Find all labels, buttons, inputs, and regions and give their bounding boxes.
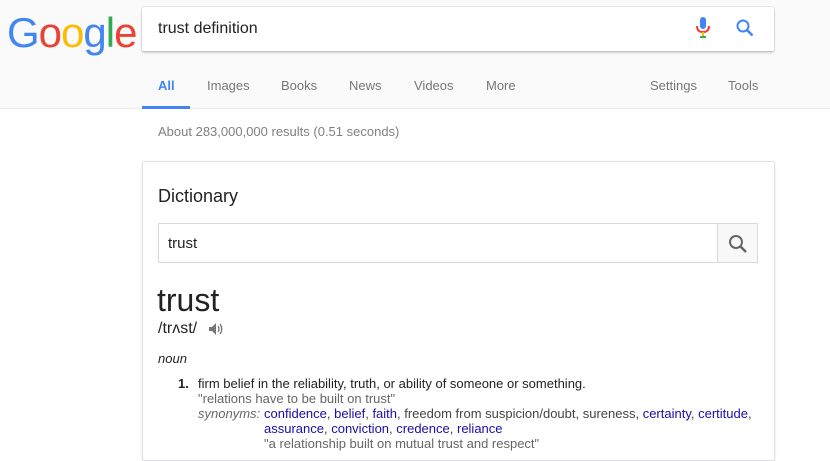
synonym-link[interactable]: credence	[396, 421, 449, 436]
synonyms-line-1: confidence, belief, faith, freedom from …	[264, 406, 752, 421]
search-input[interactable]: trust definition	[142, 7, 774, 51]
phonetic-spelling: /trʌst/	[158, 320, 198, 337]
synonym-link[interactable]: faith	[372, 406, 397, 421]
synonym-link[interactable]: belief	[334, 406, 365, 421]
speaker-icon[interactable]	[208, 322, 224, 341]
search-query-text: trust definition	[158, 20, 258, 37]
dictionary-search-button[interactable]	[717, 223, 758, 263]
dictionary-word: trust	[157, 282, 220, 318]
search-header: Google trust definition All Images Books…	[0, 0, 830, 109]
synonym-separator: ,	[449, 421, 457, 436]
synonym-link[interactable]: conviction	[331, 421, 389, 436]
definition-number: 1.	[178, 376, 189, 391]
synonym-link[interactable]: confidence	[264, 406, 327, 421]
google-logo[interactable]: Google	[7, 9, 137, 56]
tab-news[interactable]: News	[349, 78, 382, 93]
tab-all[interactable]: All	[158, 78, 175, 93]
tab-settings[interactable]: Settings	[650, 78, 697, 93]
tab-images[interactable]: Images	[207, 78, 250, 93]
synonym-link[interactable]: certainty	[643, 406, 691, 421]
tab-videos[interactable]: Videos	[414, 78, 454, 93]
dictionary-search-input[interactable]: trust	[158, 223, 718, 263]
logo-letter: l	[105, 9, 115, 56]
synonyms-line-2: assurance, conviction, credence, relianc…	[264, 421, 503, 436]
logo-letter: o	[61, 9, 84, 56]
dictionary-input-value: trust	[168, 235, 198, 252]
synonym-separator: ,	[747, 406, 752, 421]
definition-text: firm belief in the reliability, truth, o…	[198, 376, 586, 391]
tab-tools[interactable]: Tools	[728, 78, 758, 93]
result-stats: About 283,000,000 results (0.51 seconds)	[158, 124, 400, 139]
logo-letter: g	[83, 9, 106, 56]
tab-more[interactable]: More	[486, 78, 516, 93]
synonym-plain-text: , freedom from suspicion/doubt, sureness…	[397, 406, 643, 421]
logo-letter: G	[7, 9, 40, 56]
logo-letter: e	[114, 9, 137, 56]
synonym-example: "a relationship built on mutual trust an…	[264, 436, 540, 451]
active-tab-indicator	[142, 106, 190, 109]
synonym-link[interactable]: assurance	[264, 421, 324, 436]
synonym-link[interactable]: reliance	[457, 421, 503, 436]
definition-example: "relations have to be built on trust"	[198, 391, 396, 406]
search-tabs: All Images Books News Videos More Settin…	[0, 78, 830, 109]
search-icon	[729, 235, 747, 253]
microphone-icon[interactable]	[696, 17, 710, 44]
synonym-link[interactable]: certitude	[698, 406, 748, 421]
search-icon[interactable]	[736, 19, 754, 42]
logo-letter: o	[38, 9, 62, 56]
synonyms-label: synonyms:	[198, 406, 261, 421]
tab-books[interactable]: Books	[281, 78, 317, 93]
dictionary-title: Dictionary	[158, 186, 239, 206]
part-of-speech: noun	[158, 351, 187, 366]
